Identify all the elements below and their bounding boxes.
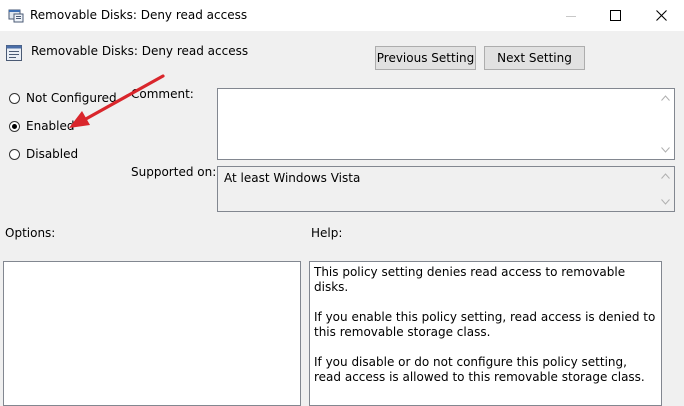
options-pane[interactable]: [3, 261, 301, 406]
minimize-icon: [566, 15, 576, 17]
supported-on-field: At least Windows Vista: [217, 166, 675, 212]
help-paragraph: If you enable this policy setting, read …: [314, 310, 656, 339]
radio-label: Disabled: [26, 147, 79, 161]
help-paragraph: If you disable or do not configure this …: [314, 355, 645, 384]
help-pane[interactable]: This policy setting denies read access t…: [309, 261, 662, 406]
help-text: This policy setting denies read access t…: [310, 262, 661, 385]
scroll-up-icon[interactable]: [661, 95, 670, 101]
close-icon: [655, 10, 667, 21]
radio-button[interactable]: [9, 120, 20, 132]
window-title: Removable Disks: Deny read access: [30, 8, 248, 22]
supported-on-value: At least Windows Vista: [224, 171, 361, 185]
close-button[interactable]: [638, 0, 684, 31]
help-paragraph: This policy setting denies read access t…: [314, 265, 626, 294]
scroll-down-icon[interactable]: [661, 199, 670, 205]
comment-textarea[interactable]: [217, 88, 675, 160]
maximize-button[interactable]: [592, 0, 638, 31]
policy-name: Removable Disks: Deny read access: [31, 44, 249, 58]
comment-scrollbar[interactable]: [657, 89, 674, 159]
options-label: Options:: [5, 226, 56, 240]
scroll-down-icon[interactable]: [661, 147, 670, 153]
help-label: Help:: [311, 226, 343, 240]
policy-setting-icon: [6, 45, 22, 61]
policy-editor-icon: [8, 9, 24, 23]
maximize-icon: [609, 10, 621, 21]
supported-scrollbar[interactable]: [657, 167, 674, 211]
supported-on-label: Supported on:: [131, 165, 217, 179]
minimize-button[interactable]: [548, 0, 594, 31]
title-bar: Removable Disks: Deny read access: [0, 0, 684, 31]
radio-button[interactable]: [9, 148, 20, 160]
next-setting-button[interactable]: Next Setting: [484, 46, 585, 70]
annotation-arrow: [69, 74, 165, 128]
previous-setting-button[interactable]: Previous Setting: [375, 46, 476, 70]
scroll-up-icon[interactable]: [661, 173, 670, 179]
radio-button[interactable]: [9, 92, 20, 104]
radio-disabled[interactable]: Disabled: [9, 147, 78, 161]
